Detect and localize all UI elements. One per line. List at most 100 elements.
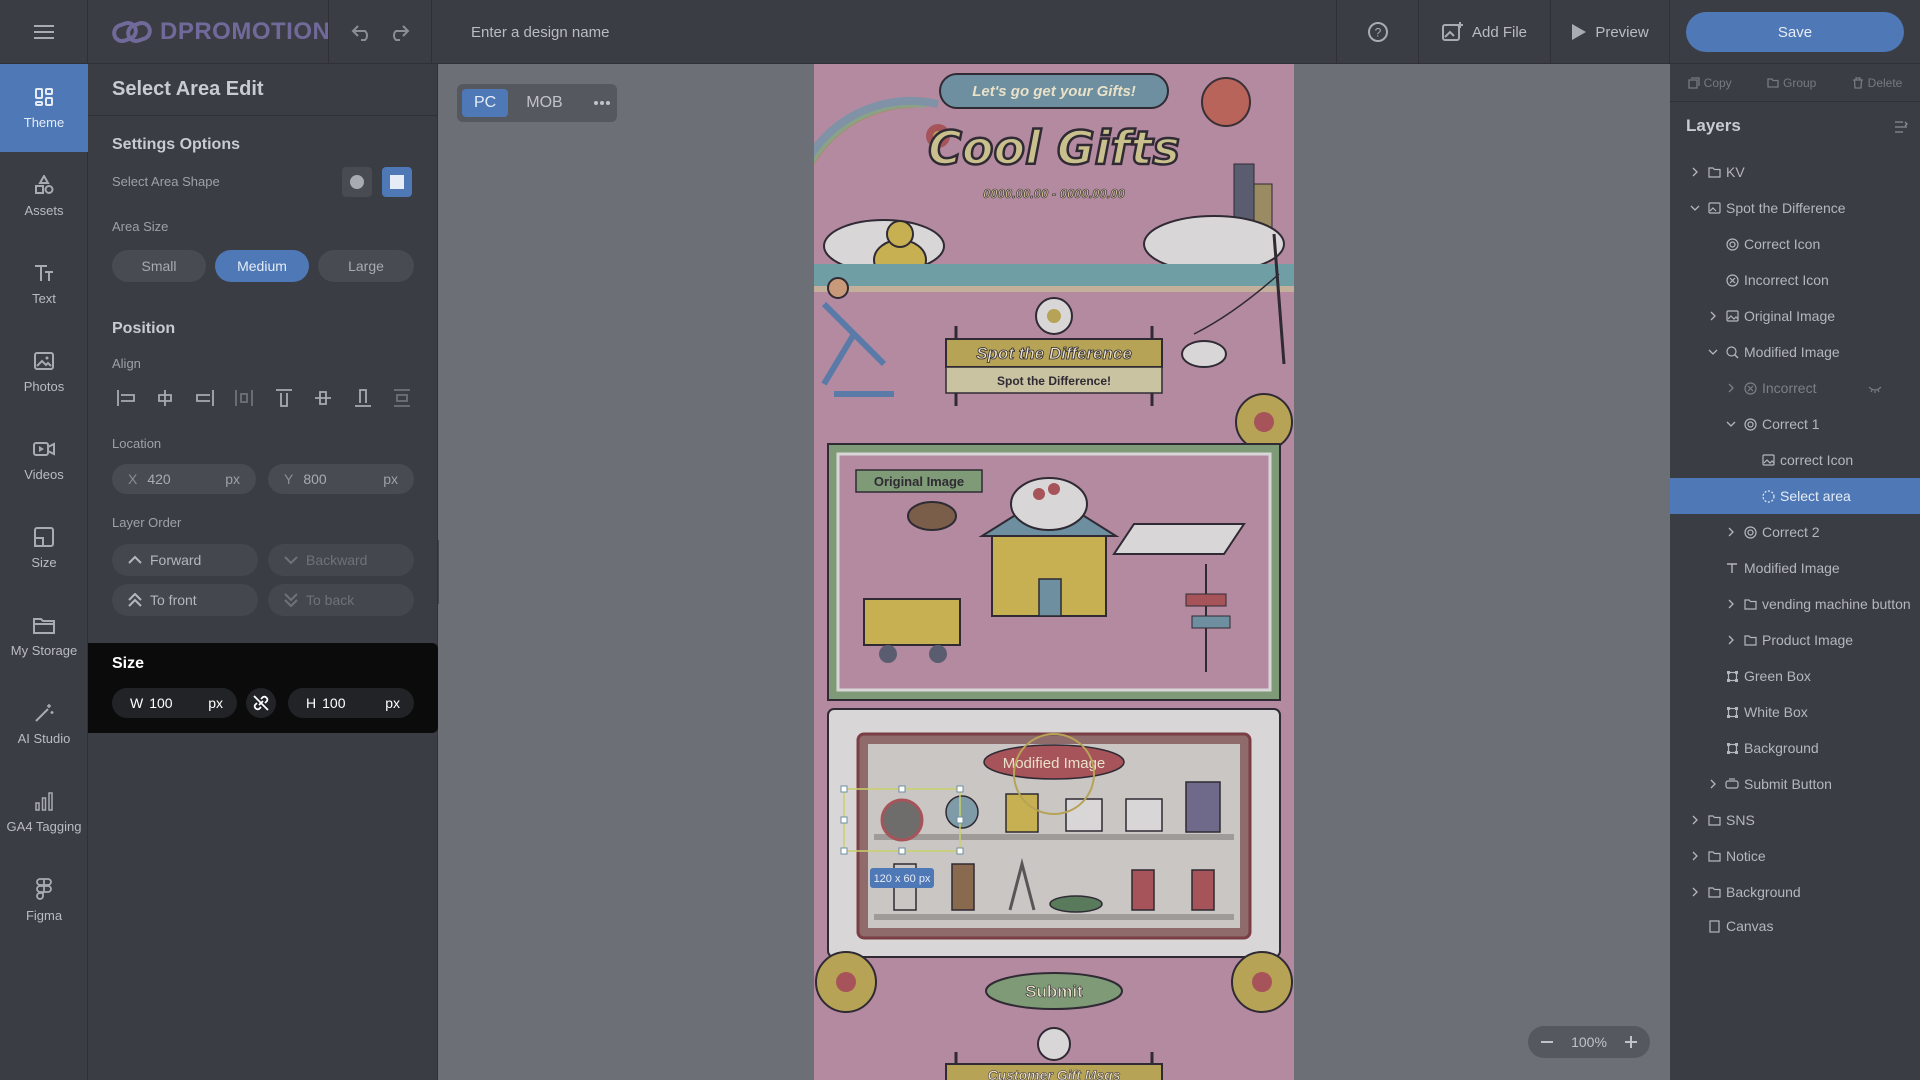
select-area-shape-label: Select Area Shape: [112, 174, 220, 189]
brand-logo[interactable]: DPROMOTION: [112, 16, 330, 48]
zoom-in-icon[interactable]: [1624, 1035, 1638, 1049]
to-front-button[interactable]: To front: [112, 584, 258, 616]
hamburger-menu-button[interactable]: [0, 0, 88, 64]
layer-row[interactable]: Correct 2: [1670, 514, 1920, 550]
backward-button[interactable]: Backward: [268, 544, 414, 576]
chevron-right-icon[interactable]: [1724, 383, 1738, 393]
layer-row[interactable]: Product Image: [1670, 622, 1920, 658]
layer-row[interactable]: Background: [1670, 874, 1920, 910]
chevron-right-icon[interactable]: [1706, 311, 1720, 321]
align-left-icon[interactable]: [112, 384, 140, 412]
shape-circle-button[interactable]: [342, 167, 372, 197]
layer-row[interactable]: Spot the Difference: [1670, 190, 1920, 226]
layer-row[interactable]: Correct Icon: [1670, 226, 1920, 262]
layer-row[interactable]: vending machine button: [1670, 586, 1920, 622]
rail-item-size[interactable]: Size: [0, 504, 88, 592]
align-top-icon[interactable]: [270, 384, 298, 412]
chevron-right-icon[interactable]: [1688, 815, 1702, 825]
area-size-label: Area Size: [112, 219, 169, 234]
rail-item-text[interactable]: Text: [0, 240, 88, 328]
rail-item-assets[interactable]: Assets: [0, 152, 88, 240]
aspect-lock-button[interactable]: [246, 688, 276, 718]
chevron-down-icon[interactable]: [1724, 420, 1738, 428]
save-button[interactable]: Save: [1686, 12, 1904, 52]
layer-label: Submit Button: [1744, 776, 1832, 792]
backward-label: Backward: [306, 552, 368, 568]
rail-item-ai-studio[interactable]: AI Studio: [0, 680, 88, 768]
chevron-right-icon[interactable]: [1688, 851, 1702, 861]
rail-item-figma[interactable]: Figma: [0, 856, 88, 944]
layer-row[interactable]: Notice: [1670, 838, 1920, 874]
layer-row[interactable]: KV: [1670, 154, 1920, 190]
location-x-input[interactable]: X 420 px: [112, 464, 256, 494]
rail-item-my-storage[interactable]: My Storage: [0, 592, 88, 680]
layer-row[interactable]: White Box: [1670, 694, 1920, 730]
zoom-out-icon[interactable]: [1540, 1035, 1554, 1049]
chevron-down-icon[interactable]: [1706, 348, 1720, 356]
undo-icon[interactable]: [351, 23, 373, 41]
layer-row[interactable]: Green Box: [1670, 658, 1920, 694]
rail-item-videos[interactable]: Videos: [0, 416, 88, 504]
layer-row[interactable]: Submit Button: [1670, 766, 1920, 802]
preview-button[interactable]: Preview: [1550, 0, 1670, 64]
design-name-input[interactable]: [456, 18, 956, 46]
chevron-right-icon[interactable]: [1688, 167, 1702, 177]
x-key: X: [128, 471, 138, 487]
align-right-icon[interactable]: [191, 384, 219, 412]
chevron-down-icon[interactable]: [1688, 204, 1702, 212]
layer-row[interactable]: Original Image: [1670, 298, 1920, 334]
layer-label: Background: [1744, 740, 1819, 756]
more-options-button[interactable]: [581, 89, 623, 117]
layer-row[interactable]: correct Icon: [1670, 442, 1920, 478]
submit-button-art: Submit: [1025, 982, 1083, 1001]
group-button[interactable]: Group: [1767, 76, 1816, 90]
location-y-input[interactable]: Y 800 px: [268, 464, 414, 494]
help-button[interactable]: ?: [1336, 0, 1418, 64]
width-input[interactable]: W 100 px: [112, 688, 237, 718]
rail-item-ga4-tagging[interactable]: GA4 Tagging: [0, 768, 88, 856]
chevron-right-icon[interactable]: [1724, 599, 1738, 609]
distribute-v-icon[interactable]: [388, 384, 416, 412]
layer-row[interactable]: Background: [1670, 730, 1920, 766]
rail-item-photos[interactable]: Photos: [0, 328, 88, 416]
search-image-icon: [1724, 345, 1740, 359]
layer-row[interactable]: Correct 1: [1670, 406, 1920, 442]
add-file-button[interactable]: Add File: [1418, 0, 1550, 64]
hidden-eye-icon[interactable]: [1868, 380, 1882, 396]
size-large-button[interactable]: Large: [318, 250, 414, 282]
layers-collapse-icon[interactable]: [1894, 120, 1908, 134]
align-center-h-icon[interactable]: [151, 384, 179, 412]
to-back-button[interactable]: To back: [268, 584, 414, 616]
layer-label: Modified Image: [1744, 560, 1840, 576]
theme-icon: [35, 87, 53, 106]
layer-row[interactable]: Canvas: [1670, 908, 1920, 944]
align-bottom-icon[interactable]: [349, 384, 377, 412]
layer-row[interactable]: Incorrect: [1670, 370, 1920, 406]
align-middle-icon[interactable]: [309, 384, 337, 412]
copy-button[interactable]: Copy: [1688, 76, 1732, 90]
device-mob-button[interactable]: MOB: [514, 89, 574, 117]
height-input[interactable]: H 100 px: [288, 688, 414, 718]
assets-icon: [35, 174, 54, 194]
size-medium-button[interactable]: Medium: [215, 250, 309, 282]
layer-row[interactable]: SNS: [1670, 802, 1920, 838]
size-small-button[interactable]: Small: [112, 250, 206, 282]
redo-icon[interactable]: [388, 23, 410, 41]
layer-row[interactable]: Modified Image: [1670, 550, 1920, 586]
align-toolbar: [112, 384, 416, 412]
chevron-right-icon[interactable]: [1688, 887, 1702, 897]
layer-row[interactable]: Incorrect Icon: [1670, 262, 1920, 298]
chevron-right-icon[interactable]: [1706, 779, 1720, 789]
rail-label-photos: Photos: [23, 378, 65, 394]
device-pc-button[interactable]: PC: [462, 89, 509, 117]
distribute-h-icon[interactable]: [230, 384, 258, 412]
shape-square-button[interactable]: [382, 167, 412, 197]
rail-item-theme[interactable]: Theme: [0, 64, 88, 152]
chevron-right-icon[interactable]: [1724, 635, 1738, 645]
delete-button[interactable]: Delete: [1852, 76, 1902, 90]
chevron-right-icon[interactable]: [1724, 527, 1738, 537]
forward-button[interactable]: Forward: [112, 544, 258, 576]
design-artboard[interactable]: Let's go get your Gifts! Cool Gifts 0000…: [814, 64, 1294, 1080]
layer-row[interactable]: Modified Image: [1670, 334, 1920, 370]
layer-row[interactable]: Select area: [1670, 478, 1920, 514]
